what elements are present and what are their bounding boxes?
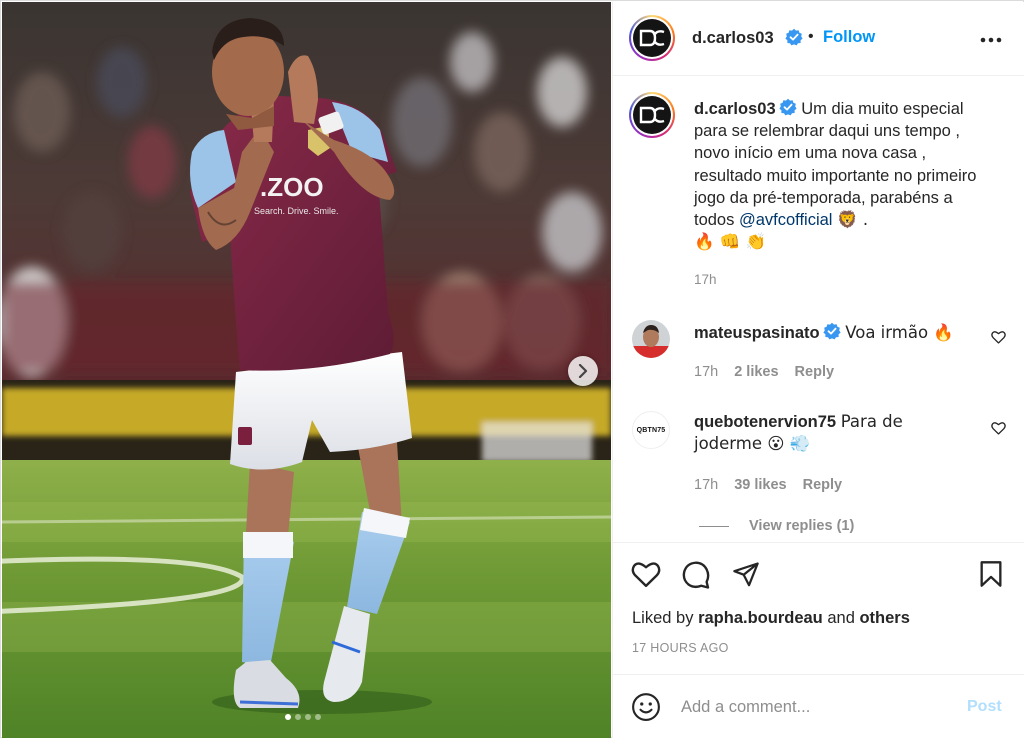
comment-text-block: mateuspasinato Voa irmão 🔥 [694, 322, 974, 344]
carousel-indicator [285, 714, 321, 720]
commenter-username[interactable]: quebotenervion75 [694, 413, 836, 431]
comment-reply-button[interactable]: Reply [795, 364, 835, 380]
comment-like-button[interactable] [991, 330, 1006, 349]
commenter-avatar-logo: QBTN75 [636, 426, 666, 434]
liked-by-prefix: Liked by [632, 609, 694, 627]
post-details-panel: d.carlos03 • Follow d.carlos03 Um dia mu… [612, 2, 1024, 738]
shirt-sponsor: .ZOO [260, 172, 324, 202]
caption-author-avatar[interactable] [629, 92, 675, 138]
dc-logo-icon [639, 106, 665, 124]
caption-text: Um dia muito especial para se relembrar … [694, 100, 977, 230]
caption: d.carlos03 Um dia muito especial para se… [694, 98, 994, 253]
author-username[interactable]: d.carlos03 [692, 29, 774, 48]
comment-icon [682, 561, 710, 589]
like-button[interactable] [631, 560, 661, 593]
comment-text-block: quebotenervion75 Para de joderme 😮 💨 [694, 411, 974, 455]
more-options-icon [980, 37, 1002, 43]
save-button[interactable] [978, 560, 1004, 593]
follow-button[interactable]: Follow [823, 28, 875, 47]
post-actions: Liked by rapha.bourdeau and others 17 HO… [613, 542, 1024, 678]
caption-emojis: 🔥 👊 👏 [694, 232, 767, 252]
heart-icon [991, 331, 1006, 344]
heart-icon [991, 422, 1006, 435]
next-photo-button[interactable] [568, 356, 598, 386]
comment-timestamp[interactable]: 17h [694, 477, 718, 493]
comment-timestamp[interactable]: 17h [694, 364, 718, 380]
view-replies-button[interactable]: View replies (1) [699, 518, 854, 534]
carousel-dot [295, 714, 301, 720]
dc-logo-icon [639, 29, 665, 47]
commenter-username[interactable]: mateuspasinato [694, 324, 820, 342]
share-button[interactable] [731, 560, 761, 593]
post-comment-button[interactable]: Post [967, 698, 1002, 716]
shirt-sponsor-tagline: Search. Drive. Smile. [254, 206, 339, 216]
view-replies-label: View replies (1) [749, 518, 855, 534]
carousel-dot [315, 714, 321, 720]
liked-by-middle: and [827, 609, 855, 627]
caption-username[interactable]: d.carlos03 [694, 100, 776, 118]
comment-input[interactable] [681, 693, 951, 721]
caption-timestamp[interactable]: 17h [694, 272, 717, 287]
author-avatar[interactable] [629, 15, 675, 61]
carousel-dot [305, 714, 311, 720]
verified-badge [782, 28, 803, 49]
avatar-photo-icon [632, 320, 670, 358]
comment-text: Voa irmão 🔥 [845, 323, 954, 342]
commenter-avatar[interactable]: QBTN75 [632, 411, 670, 449]
view-replies-line [699, 525, 729, 527]
comment-meta: 17h 2 likes Reply [694, 364, 834, 380]
caption-text-end: 🦁 . [837, 210, 869, 230]
verified-badge-icon [779, 98, 797, 116]
header-separator: • [808, 28, 814, 45]
liked-by-line: Liked by rapha.bourdeau and others [632, 609, 910, 628]
liked-by-user-link[interactable]: rapha.bourdeau [698, 609, 823, 627]
verified-badge-icon [785, 28, 803, 46]
heart-icon [631, 562, 661, 588]
comment-reply-button[interactable]: Reply [803, 477, 843, 493]
commenter-avatar[interactable] [632, 320, 670, 358]
comment-button[interactable] [681, 560, 711, 595]
add-comment-bar: Post [613, 674, 1024, 738]
verified-badge-icon [823, 322, 841, 340]
more-options-button[interactable] [979, 30, 1003, 55]
share-icon [733, 562, 759, 587]
bookmark-icon [980, 561, 1002, 587]
comment-like-button[interactable] [991, 421, 1006, 440]
instagram-post-modal: .ZOO Search. Drive. Smile. d.carlos03 • … [0, 0, 1024, 738]
liked-by-others-link[interactable]: others [859, 609, 909, 627]
post-header: d.carlos03 • Follow [613, 2, 1024, 76]
comment-likes[interactable]: 39 likes [734, 477, 786, 493]
post-time-ago[interactable]: 17 HOURS AGO [632, 641, 729, 655]
emoji-picker-button[interactable] [631, 692, 661, 727]
comment-meta: 17h 39 likes Reply [694, 477, 842, 493]
post-photo[interactable]: .ZOO Search. Drive. Smile. [2, 2, 611, 738]
chevron-right-icon [578, 364, 588, 378]
carousel-dot-active [285, 714, 291, 720]
emoji-icon [632, 693, 660, 721]
caption-mention-link[interactable]: @avfcofficial [739, 211, 832, 229]
comment-likes[interactable]: 2 likes [734, 364, 778, 380]
photo-scene: .ZOO Search. Drive. Smile. [2, 2, 611, 738]
